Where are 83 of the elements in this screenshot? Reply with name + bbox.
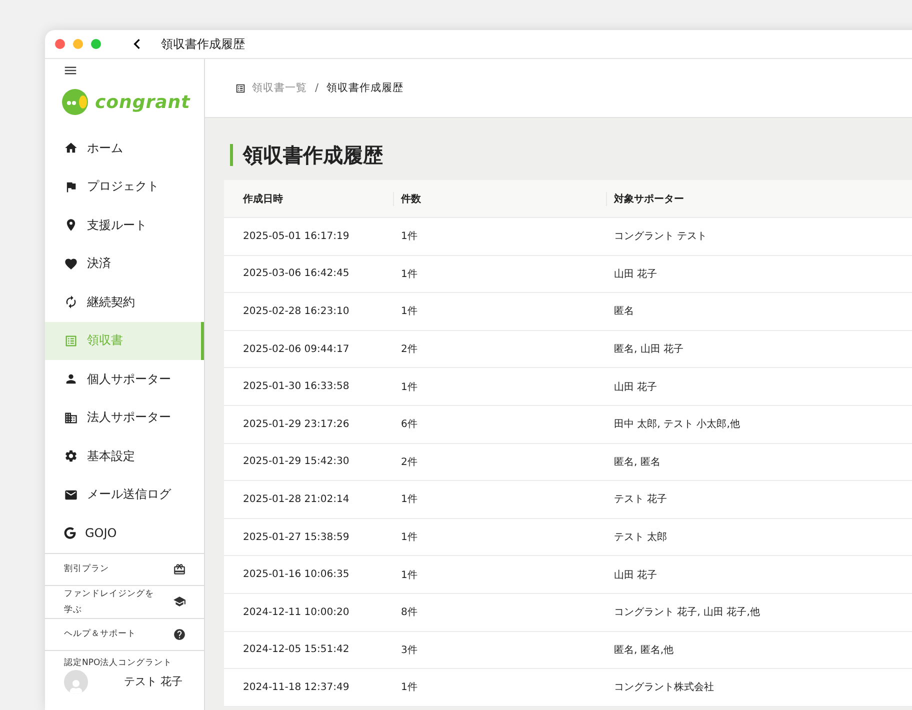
user-name: テスト 花子 bbox=[124, 674, 182, 690]
table-cell-text: 1件 bbox=[400, 305, 418, 318]
table-cell-text: 1件 bbox=[400, 230, 418, 244]
help-icon bbox=[173, 628, 186, 641]
table-cell-text: 匿名, 匿名,他 bbox=[613, 644, 675, 657]
nav-item[interactable]: 継続契約 bbox=[45, 283, 204, 322]
table-cell-text: 1件 bbox=[400, 531, 418, 544]
logo-icon bbox=[61, 88, 91, 116]
table-cell-text: 匿名 bbox=[613, 305, 635, 318]
breadcrumb-separator: / bbox=[315, 82, 319, 94]
column-header: 対象サポーター bbox=[606, 192, 912, 206]
table-cell-text: 1件 bbox=[400, 268, 418, 281]
table-cell-text: コングラント株式会社 bbox=[613, 680, 715, 694]
table-cell-text: 3件 bbox=[400, 644, 418, 657]
table-cell-text: テスト 太郎 bbox=[613, 530, 668, 544]
nav-item[interactable]: 法人サポーター bbox=[45, 398, 204, 437]
table-cell-text: 2024-12-11 10:00:20 bbox=[242, 606, 350, 618]
nav-item[interactable]: 決済 bbox=[45, 244, 204, 283]
breadcrumb-item[interactable]: 領収書一覧 bbox=[252, 81, 307, 95]
table-cell-text: 2025-01-27 15:38:59 bbox=[242, 532, 350, 543]
nav-item[interactable]: プロジェクト bbox=[45, 168, 204, 206]
heart-icon bbox=[64, 256, 78, 271]
building-icon bbox=[64, 410, 78, 425]
table-cell-text: テスト 花子 bbox=[613, 492, 668, 506]
minimize-window-button[interactable] bbox=[73, 39, 83, 49]
table-cell-text: 2024-11-18 12:37:49 bbox=[242, 682, 350, 693]
table-cell-text: 2件 bbox=[400, 456, 418, 469]
breadcrumb-item: 領収書作成履歴 bbox=[326, 81, 404, 95]
table-cell-text: 山田 花子 bbox=[613, 268, 658, 281]
table-cell-text: 2024-12-05 15:51:42 bbox=[242, 644, 350, 656]
person-icon bbox=[64, 372, 78, 386]
nav-item[interactable]: GOJO bbox=[45, 514, 204, 552]
table-cell-text: コングラント 花子, 山田 花子,他 bbox=[613, 606, 761, 620]
window-title: 領収書作成履歴 bbox=[161, 36, 245, 52]
settings-icon bbox=[64, 449, 78, 464]
table-cell-text: 1件 bbox=[400, 568, 418, 582]
table-cell-text: 2025-01-28 21:02:14 bbox=[242, 494, 350, 505]
sidebar-link[interactable]: ヘルプ＆サポート bbox=[45, 618, 204, 650]
avatar bbox=[64, 670, 88, 694]
table-cell-text: 1件 bbox=[400, 681, 418, 694]
sidebar-link[interactable]: 割引プラン bbox=[45, 552, 204, 584]
table-cell-text: 匿名, 匿名 bbox=[613, 456, 662, 469]
list-icon bbox=[235, 82, 246, 94]
refresh-icon bbox=[64, 295, 78, 310]
nav-item[interactable]: メール送信ログ bbox=[45, 476, 204, 514]
graduation-cap-icon bbox=[173, 595, 186, 608]
table-cell-text: 2025-01-16 10:06:35 bbox=[242, 569, 350, 580]
logo-text: congrant bbox=[95, 92, 190, 112]
mail-icon bbox=[64, 488, 78, 502]
maximize-window-button[interactable] bbox=[91, 39, 101, 49]
home-icon bbox=[64, 141, 78, 156]
table-cell-text: コングラント テスト bbox=[613, 230, 708, 244]
table-cell-text: 匿名, 山田 花子 bbox=[613, 342, 685, 356]
page-title: 領収書作成履歴 bbox=[230, 144, 912, 166]
table-cell-text: 1件 bbox=[400, 493, 418, 506]
g-logo-icon bbox=[64, 527, 76, 540]
table-cell-text: 2025-01-30 16:33:58 bbox=[242, 381, 350, 392]
table-cell-text: 2025-03-06 16:42:45 bbox=[242, 268, 350, 280]
table-cell-text: 1件 bbox=[400, 380, 418, 394]
table-cell-text: 2025-02-06 09:44:17 bbox=[242, 344, 350, 355]
column-header: 件数 bbox=[393, 192, 606, 206]
table-cell-text: 2025-02-28 16:23:10 bbox=[242, 306, 350, 317]
table-cell-text: 山田 花子 bbox=[613, 568, 658, 582]
map-pin-icon bbox=[64, 218, 78, 232]
table-cell-text: 2件 bbox=[400, 343, 418, 356]
table-cell-text: 田中 太郎, テスト 小太郎,他 bbox=[613, 418, 741, 432]
organization-name: 認定NPO法人コングラント bbox=[64, 658, 172, 668]
nav-item[interactable]: 支援ルート bbox=[45, 206, 204, 244]
nav-item[interactable]: 個人サポーター bbox=[45, 360, 204, 398]
sidebar-link[interactable]: ファンドレイジングを学ぶ bbox=[45, 584, 204, 618]
nav-item[interactable]: ホーム bbox=[45, 129, 204, 168]
table-cell-text: 山田 花子 bbox=[613, 380, 658, 394]
close-window-button[interactable] bbox=[55, 39, 65, 49]
list-icon bbox=[64, 334, 78, 348]
gift-icon bbox=[173, 562, 186, 576]
table-cell-text: 8件 bbox=[400, 606, 418, 620]
table-cell-text: 2025-01-29 23:17:26 bbox=[242, 418, 350, 430]
table-cell-text: 6件 bbox=[400, 418, 418, 432]
flag-icon bbox=[64, 180, 78, 194]
table-cell-text: 2025-01-29 15:42:30 bbox=[242, 456, 350, 468]
nav-item[interactable]: 基本設定 bbox=[45, 437, 204, 476]
column-header: 作成日時 bbox=[242, 192, 284, 206]
table-cell-text: 2025-05-01 16:17:19 bbox=[242, 230, 350, 242]
